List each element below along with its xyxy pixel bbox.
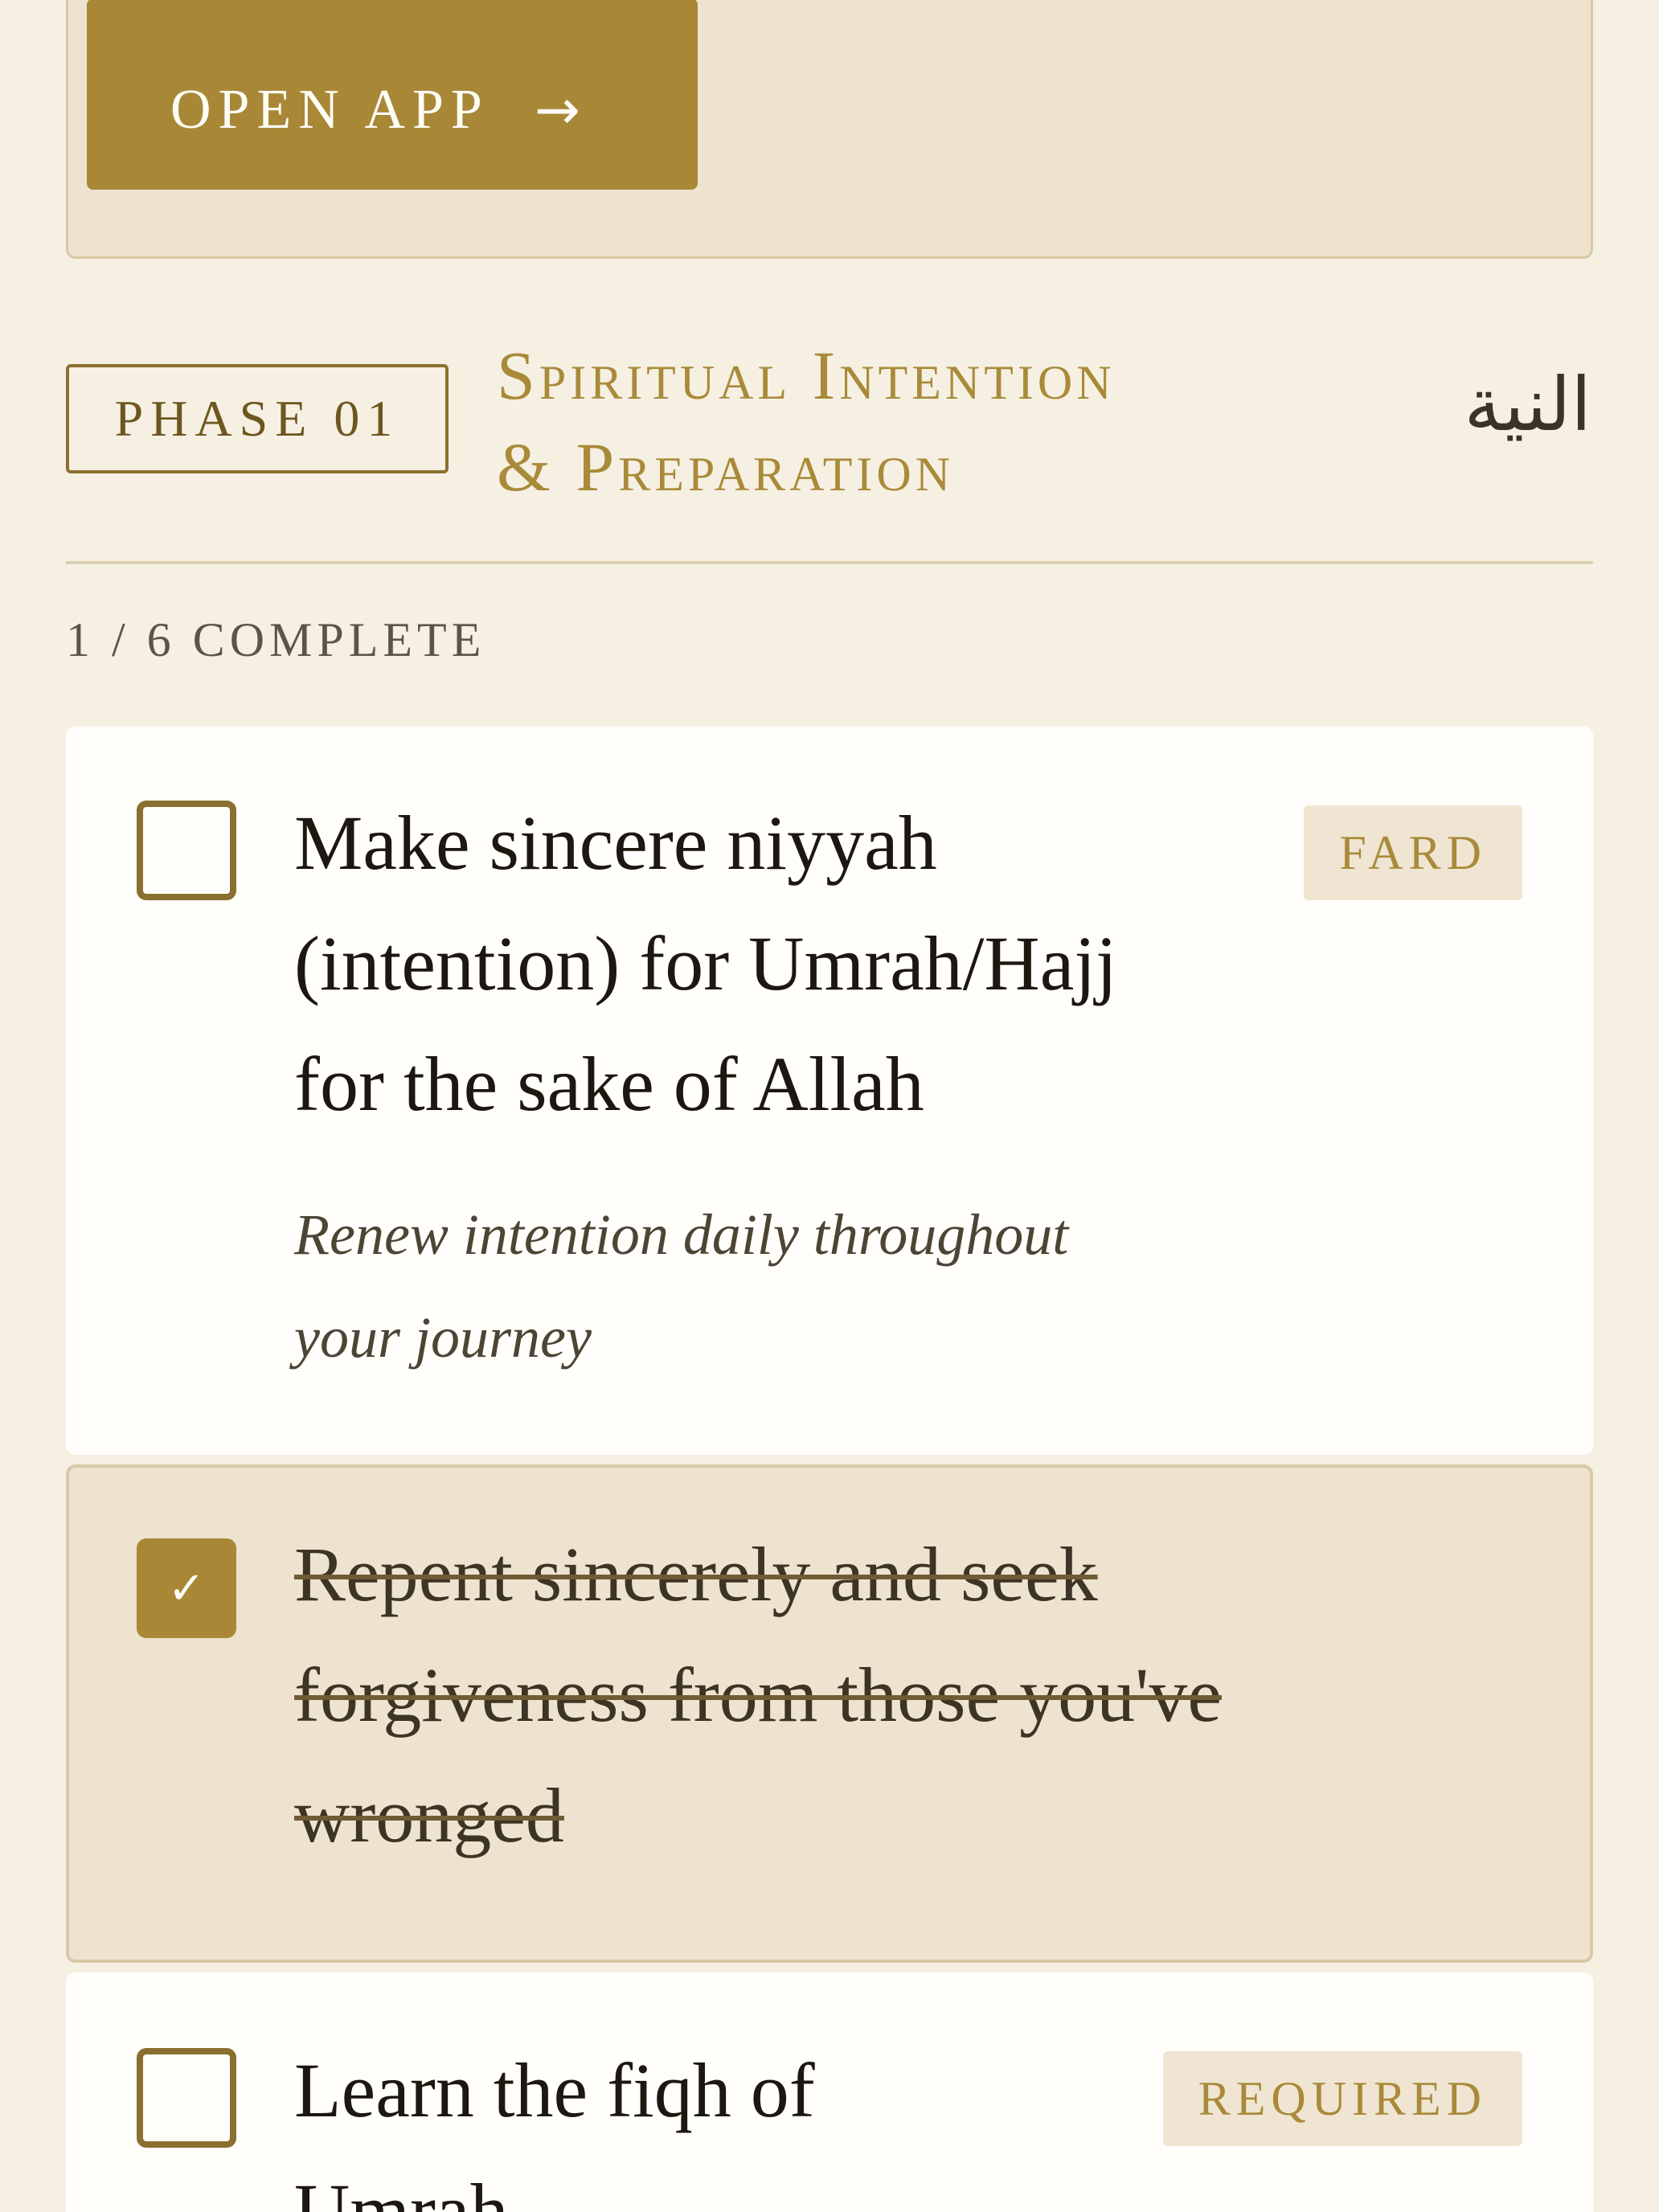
item-title: Make sincere niyyah (intention) for Umra…: [294, 783, 1117, 1145]
item-title-line: (intention) for Umrah/Hajj: [294, 920, 1117, 1006]
item-checkbox-checked[interactable]: ✓: [137, 1538, 236, 1638]
item-title-line: Umrah: [294, 2168, 509, 2212]
item-note-line: your journey: [294, 1305, 592, 1370]
item-note: Renew intention daily throughout your jo…: [294, 1183, 1068, 1389]
item-title-line: wronged: [294, 1772, 564, 1858]
item-note-line: Renew intention daily throughout: [294, 1202, 1069, 1267]
checklist-item[interactable]: Make sincere niyyah (intention) for Umra…: [66, 727, 1593, 1455]
item-title-line: Make sincere niyyah: [294, 800, 937, 886]
progress-count: 1 / 6 COMPLETE: [66, 613, 486, 666]
arrow-right-icon: →: [534, 78, 580, 142]
checklist-page: OPEN APP → PHASE 01 Spiritual Intention …: [0, 0, 1659, 2212]
checkmark-icon: ✓: [167, 1562, 206, 1615]
phase-title: Spiritual Intention & Preparation: [497, 330, 1349, 513]
item-title: Learn the fiqh of Umrah: [294, 2030, 815, 2212]
phase-title-line-1: Spiritual Intention: [497, 337, 1116, 414]
checklist-item[interactable]: Learn the fiqh of Umrah REQUIRED: [66, 1972, 1593, 2212]
item-title-line: forgiveness from those you've: [294, 1652, 1222, 1738]
checklist-item-completed[interactable]: ✓ Repent sincerely and seek forgiveness …: [66, 1464, 1593, 1963]
item-checkbox[interactable]: [137, 2048, 236, 2148]
phase-arabic-title: النية: [1464, 362, 1591, 448]
item-title-line: for the sake of Allah: [294, 1041, 924, 1127]
phase-divider: [66, 561, 1593, 564]
item-checkbox[interactable]: [137, 801, 236, 900]
open-app-label: OPEN APP: [170, 79, 490, 141]
open-app-button[interactable]: OPEN APP →: [87, 0, 698, 190]
item-title: Repent sincerely and seek forgiveness fr…: [294, 1514, 1222, 1876]
fard-tag: FARD: [1304, 805, 1522, 900]
required-tag: REQUIRED: [1162, 2051, 1522, 2146]
item-title-line: Repent sincerely and seek: [294, 1531, 1098, 1617]
phase-badge: PHASE 01: [66, 364, 449, 473]
item-title-line: Learn the fiqh of: [294, 2047, 815, 2133]
phase-title-line-2: & Preparation: [497, 428, 955, 506]
